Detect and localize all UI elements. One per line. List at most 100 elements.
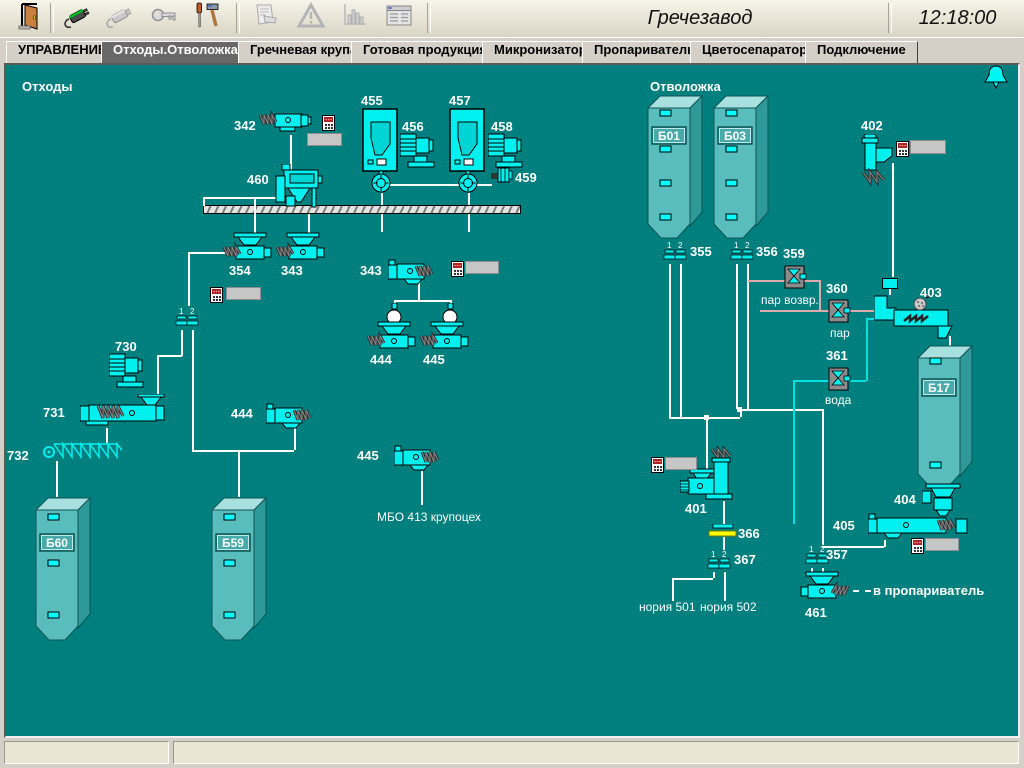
pipe-line [157, 355, 182, 357]
equip-label: 445 [357, 448, 379, 463]
pipe-line [747, 264, 749, 409]
equip-label: 457 [449, 93, 471, 108]
status-panel-left [4, 741, 169, 764]
equip-460[interactable] [274, 164, 326, 215]
equip-label: 458 [491, 119, 513, 134]
equip-456[interactable] [400, 130, 436, 175]
equip-356[interactable]: 1 2 [729, 240, 757, 269]
equip-label: 405 [833, 518, 855, 533]
equip-444b[interactable] [266, 402, 324, 435]
equip-355[interactable]: 1 2 [662, 240, 690, 269]
steam-pipe-line [848, 310, 877, 312]
pipe-line [188, 252, 226, 254]
equip-455[interactable] [361, 108, 399, 201]
equip-730[interactable] [109, 350, 145, 395]
equip-B01[interactable]: Б01 [646, 94, 704, 249]
dashed-flow-line [853, 590, 871, 592]
pipe-line [672, 578, 713, 580]
svg-text:1: 1 [179, 307, 184, 316]
section-title-left: Отходы [22, 79, 73, 94]
toolbar-values-panel-button[interactable] [381, 3, 417, 34]
svg-text:Б59: Б59 [222, 536, 244, 550]
value-display [910, 140, 946, 154]
pipe-line [188, 252, 190, 306]
equip-457[interactable] [448, 108, 486, 201]
equip-359[interactable] [784, 263, 808, 296]
equip-343b[interactable] [388, 258, 446, 291]
toolbar-report-button[interactable] [248, 3, 284, 34]
alarm-bell-icon[interactable] [983, 64, 1009, 99]
tab-3[interactable]: Готовая продукция [351, 41, 499, 64]
equip-731[interactable] [80, 394, 172, 435]
equip-461[interactable] [796, 570, 850, 607]
equip-B17[interactable]: Б17 [916, 344, 974, 499]
toolbar-alarm-warning-button[interactable] [293, 3, 329, 34]
tools-icon [193, 1, 223, 36]
toolbar-tools-button[interactable] [190, 3, 226, 34]
svg-text:1: 1 [734, 241, 739, 250]
svg-text:Б17: Б17 [928, 381, 950, 395]
equip-342[interactable] [258, 110, 314, 141]
equip-label: 343 [360, 263, 382, 278]
control-indicator[interactable] [896, 141, 909, 162]
equip-label: 404 [894, 492, 916, 507]
control-indicator[interactable] [210, 287, 223, 308]
pipe-line [740, 409, 822, 411]
pipe-line [56, 461, 58, 497]
equip-367[interactable]: 1 2 [706, 549, 734, 578]
equip-label: 461 [805, 605, 827, 620]
svg-text:2: 2 [745, 241, 750, 250]
equip-403[interactable] [874, 294, 958, 347]
toolbar-exit-door-button[interactable] [14, 3, 50, 34]
values-panel-icon [384, 1, 414, 36]
tab-5[interactable]: Пропариватель [582, 41, 707, 64]
toolbar-disconnect-plug-button[interactable] [102, 3, 138, 34]
key-icon [149, 1, 179, 36]
plant-title: Гречезавод [560, 7, 840, 30]
steam-pipe-line [748, 280, 786, 282]
equip-402[interactable] [858, 134, 898, 201]
equip-445b[interactable] [394, 444, 452, 477]
toolbar-connect-plug-button[interactable] [60, 3, 96, 34]
equip-401[interactable] [680, 446, 738, 507]
control-indicator[interactable] [322, 115, 335, 136]
svg-text:Б01: Б01 [658, 129, 680, 143]
tab-1[interactable]: Отходы.Отволожка [101, 41, 250, 64]
equip-732[interactable] [42, 441, 122, 466]
equip-label: 361 [826, 348, 848, 363]
svg-text:2: 2 [678, 241, 683, 250]
tab-bar: УПРАВЛЕНИЕОтходы.ОтволожкаГречневая круп… [0, 37, 1024, 64]
equip-366[interactable] [708, 524, 738, 543]
equip-label: 403 [920, 285, 942, 300]
svg-text:1: 1 [809, 545, 814, 554]
disconnect-plug-icon [103, 1, 137, 36]
equip-label: вода [825, 393, 851, 407]
pipe-line [468, 214, 470, 232]
equip-459[interactable] [491, 166, 513, 191]
pipe-line [736, 264, 738, 409]
tab-2[interactable]: Гречневая крупа [238, 41, 369, 64]
equip-label: МБО 413 крупоцех [377, 510, 481, 524]
pipe-node [704, 415, 709, 420]
equip-label: нория 502 [700, 600, 757, 614]
steam-pipe-line [819, 280, 821, 310]
svg-text:2: 2 [190, 307, 195, 316]
pipe-line [157, 355, 159, 396]
equip-B03[interactable]: Б03 [712, 94, 770, 249]
water-pipe-line [793, 380, 795, 524]
equip-B59[interactable]: Б59 [210, 496, 268, 651]
equip-conn403[interactable] [882, 276, 898, 294]
equip-label: 730 [115, 339, 137, 354]
pipe-line [192, 450, 294, 452]
tab-7[interactable]: Подключение [805, 41, 918, 64]
equip-label: 356 [756, 244, 778, 259]
equip-label: 355 [690, 244, 712, 259]
equip-D1[interactable]: 1 2 [174, 306, 202, 335]
control-indicator[interactable] [651, 457, 664, 478]
process-diagram: Отходы Отволожка [4, 63, 1020, 738]
toolbar-key-button[interactable] [146, 3, 182, 34]
toolbar-trends-chart-button[interactable] [336, 3, 372, 34]
control-indicator[interactable] [451, 261, 464, 282]
equip-B60[interactable]: Б60 [34, 496, 92, 651]
control-indicator[interactable] [911, 538, 924, 559]
